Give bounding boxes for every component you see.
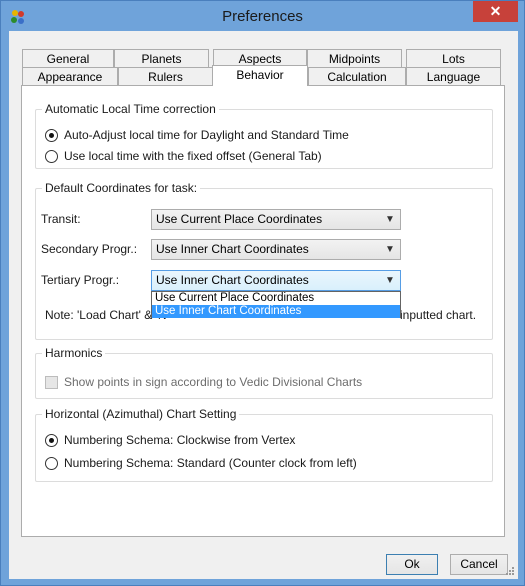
dropdown-option-inner-chart[interactable]: Use Inner Chart Coordinates [152,305,400,318]
tab-appearance[interactable]: Appearance [22,67,118,86]
tab-lots[interactable]: Lots [406,49,501,68]
auto-adjust-label: Auto-Adjust local time for Daylight and … [64,128,349,142]
close-button[interactable]: ✕ [473,1,518,22]
tertiary-progr-dropdown-list: Use Current Place Coordinates Use Inner … [151,291,401,318]
tertiary-progr-combo[interactable]: Use Inner Chart Coordinates ▼ [151,270,401,291]
transit-combo-value: Use Current Place Coordinates [156,212,323,226]
harmonics-group: Harmonics Show points in sign according … [35,346,493,399]
auto-adjust-radio-row[interactable]: Auto-Adjust local time for Daylight and … [45,128,349,142]
chevron-down-icon: ▼ [385,275,395,286]
tab-rulers[interactable]: Rulers [118,67,213,86]
ok-button[interactable]: Ok [386,554,438,575]
title-bar[interactable]: Preferences ✕ [1,1,524,31]
clockwise-radio[interactable] [45,433,58,447]
fixed-offset-radio[interactable] [45,149,58,163]
default-coordinates-group: Default Coordinates for task: Transit: U… [35,181,493,340]
secondary-progr-combo[interactable]: Use Inner Chart Coordinates ▼ [151,239,401,260]
secondary-progr-label: Secondary Progr.: [41,242,138,256]
tab-behavior[interactable]: Behavior [212,65,308,86]
fixed-offset-radio-row[interactable]: Use local time with the fixed offset (Ge… [45,149,322,163]
tab-language[interactable]: Language [406,67,501,86]
vedic-divisional-checkbox[interactable] [45,375,58,389]
preferences-window: Preferences ✕ General Planets Aspects Mi… [0,0,525,586]
standard-radio[interactable] [45,456,58,470]
cancel-button[interactable]: Cancel [450,554,508,575]
resize-grip-icon[interactable] [505,566,515,576]
behavior-tab-panel: Automatic Local Time correction Auto-Adj… [21,85,505,537]
tab-planets[interactable]: Planets [114,49,209,68]
clockwise-label: Numbering Schema: Clockwise from Vertex [64,433,296,447]
auto-time-group: Automatic Local Time correction Auto-Adj… [35,102,493,169]
tertiary-progr-combo-value: Use Inner Chart Coordinates [156,273,309,287]
auto-time-group-title: Automatic Local Time correction [42,102,219,116]
default-coordinates-group-title: Default Coordinates for task: [42,181,201,195]
tertiary-progr-label: Tertiary Progr.: [41,273,120,287]
note-text-right: inputted chart. [400,308,477,322]
harmonics-group-title: Harmonics [42,346,106,360]
window-title: Preferences [222,8,303,25]
transit-label: Transit: [41,212,81,226]
horizontal-chart-group: Horizontal (Azimuthal) Chart Setting Num… [35,407,493,482]
transit-combo[interactable]: Use Current Place Coordinates ▼ [151,209,401,230]
auto-adjust-radio[interactable] [45,128,58,142]
dropdown-option-current-place[interactable]: Use Current Place Coordinates [152,292,400,305]
secondary-progr-combo-value: Use Inner Chart Coordinates [156,242,309,256]
horizontal-chart-group-title: Horizontal (Azimuthal) Chart Setting [42,407,240,421]
vedic-divisional-checkbox-row[interactable]: Show points in sign according to Vedic D… [45,375,362,389]
tab-calculation[interactable]: Calculation [308,67,406,86]
chevron-down-icon: ▼ [385,244,395,255]
note-text-left: Note: 'Load Chart' & 'N [45,308,167,322]
clockwise-radio-row[interactable]: Numbering Schema: Clockwise from Vertex [45,433,295,447]
standard-radio-row[interactable]: Numbering Schema: Standard (Counter cloc… [45,456,357,470]
standard-label: Numbering Schema: Standard (Counter cloc… [64,456,357,470]
tab-midpoints[interactable]: Midpoints [307,49,402,68]
fixed-offset-label: Use local time with the fixed offset (Ge… [64,149,322,163]
chevron-down-icon: ▼ [385,214,395,225]
vedic-divisional-label: Show points in sign according to Vedic D… [64,375,363,389]
tab-general[interactable]: General [22,49,114,68]
